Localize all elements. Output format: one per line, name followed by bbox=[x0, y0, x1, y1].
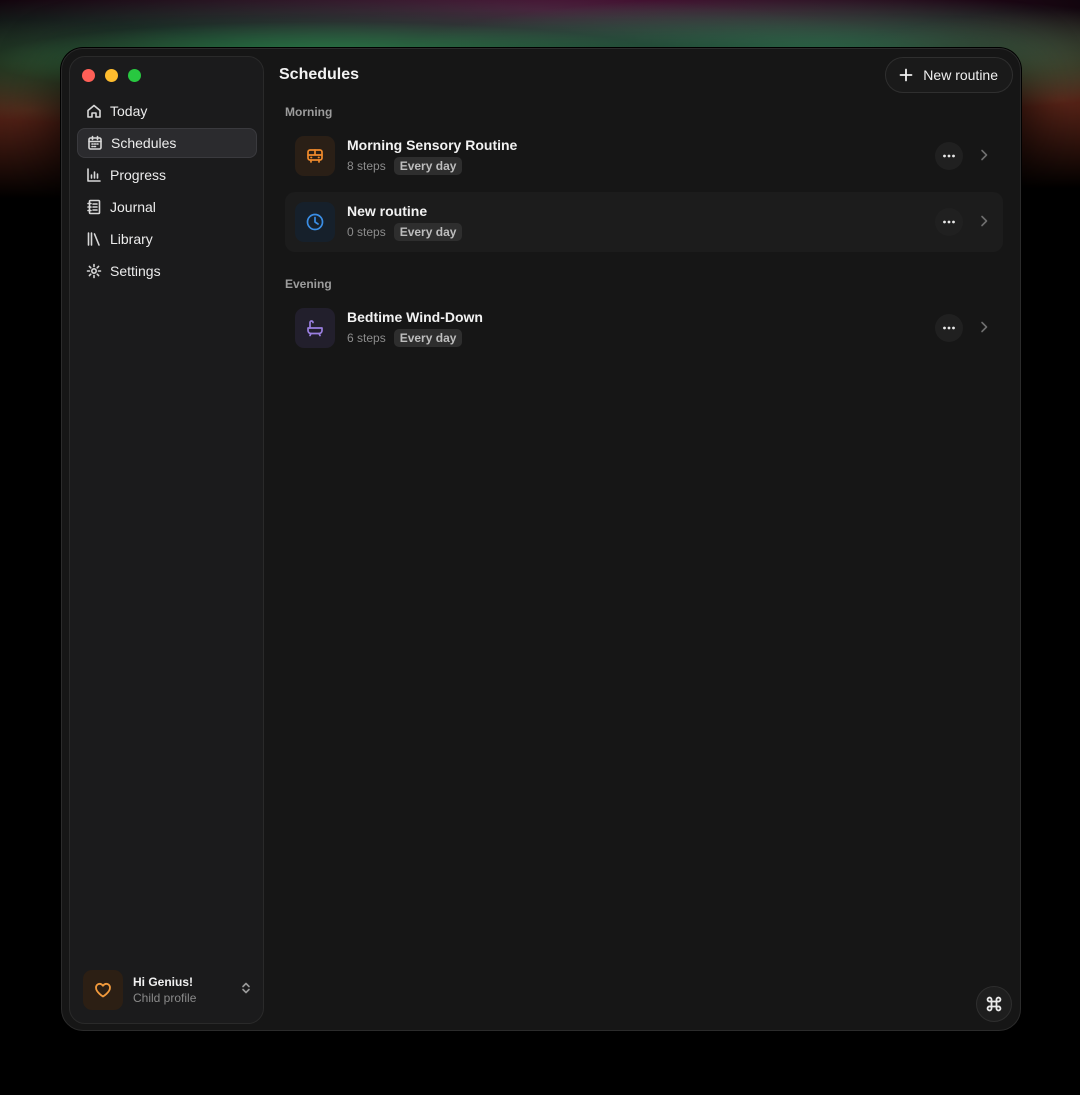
sidebar-item-label: Progress bbox=[110, 167, 167, 183]
section-label-morning: Morning bbox=[285, 105, 333, 119]
chevron-right-icon[interactable] bbox=[977, 320, 991, 339]
gear-icon bbox=[86, 263, 102, 279]
sidebar-item-today[interactable]: Today bbox=[77, 96, 257, 126]
frequency-badge: Every day bbox=[393, 157, 463, 175]
routine-meta: 6 steps Every day bbox=[347, 329, 463, 347]
close-window-button[interactable] bbox=[82, 69, 95, 82]
routine-title: New routine bbox=[347, 203, 428, 219]
chevron-right-icon[interactable] bbox=[977, 214, 991, 233]
routine-row[interactable]: Bedtime Wind-Down 6 steps Every day bbox=[285, 298, 1003, 358]
routine-steps: 8 steps bbox=[347, 159, 386, 173]
profile-name: Hi Genius! bbox=[133, 975, 194, 989]
command-key-button[interactable] bbox=[976, 986, 1012, 1022]
sidebar-item-label: Settings bbox=[110, 263, 161, 279]
profile-switcher[interactable]: Hi Genius! Child profile bbox=[83, 970, 253, 1010]
calendar-icon bbox=[88, 135, 102, 150]
ellipsis-icon bbox=[943, 220, 955, 224]
more-options-button[interactable] bbox=[935, 208, 963, 236]
profile-subtitle: Child profile bbox=[133, 991, 197, 1005]
app-window: Today Schedules Progress Journal Library… bbox=[61, 48, 1021, 1031]
more-options-button[interactable] bbox=[935, 314, 963, 342]
sidebar-item-library[interactable]: Library bbox=[77, 224, 257, 254]
notebook-icon bbox=[87, 199, 101, 215]
avatar bbox=[83, 970, 123, 1010]
sidebar-item-label: Schedules bbox=[111, 135, 177, 151]
plus-icon bbox=[899, 68, 913, 82]
routine-steps: 0 steps bbox=[347, 225, 386, 239]
sidebar-item-label: Library bbox=[110, 231, 153, 247]
home-icon bbox=[87, 104, 101, 118]
clock-icon bbox=[306, 213, 324, 231]
routine-steps: 6 steps bbox=[347, 331, 386, 345]
routine-title: Bedtime Wind-Down bbox=[347, 309, 483, 325]
command-icon bbox=[986, 996, 1002, 1012]
frequency-badge: Every day bbox=[393, 223, 463, 241]
sidebar-item-journal[interactable]: Journal bbox=[77, 192, 257, 222]
sidebar-item-schedules[interactable]: Schedules bbox=[77, 128, 257, 158]
zoom-window-button[interactable] bbox=[128, 69, 141, 82]
new-routine-button[interactable]: New routine bbox=[885, 57, 1013, 93]
routine-icon-tile bbox=[295, 308, 335, 348]
routine-title: Morning Sensory Routine bbox=[347, 137, 518, 153]
routine-meta: 8 steps Every day bbox=[347, 157, 463, 175]
frequency-badge: Every day bbox=[393, 329, 463, 347]
sidebar-item-label: Journal bbox=[110, 199, 156, 215]
ellipsis-icon bbox=[943, 154, 955, 158]
more-options-button[interactable] bbox=[935, 142, 963, 170]
bathtub-icon bbox=[307, 320, 323, 337]
heart-icon bbox=[95, 982, 111, 998]
bar-chart-icon bbox=[87, 168, 101, 182]
sidebar: Today Schedules Progress Journal Library… bbox=[69, 56, 264, 1024]
sidebar-item-settings[interactable]: Settings bbox=[77, 256, 257, 286]
routine-meta: 0 steps Every day bbox=[347, 223, 463, 241]
routine-row[interactable]: New routine 0 steps Every day bbox=[285, 192, 1003, 252]
chevron-up-down-icon bbox=[239, 981, 253, 1000]
minimize-window-button[interactable] bbox=[105, 69, 118, 82]
bus-icon bbox=[307, 149, 323, 163]
main-content: Schedules New routine Morning Morning Se… bbox=[272, 49, 1020, 1030]
window-controls bbox=[82, 69, 141, 82]
routine-icon-tile bbox=[295, 202, 335, 242]
routine-row[interactable]: Morning Sensory Routine 8 steps Every da… bbox=[285, 126, 1003, 186]
section-label-evening: Evening bbox=[285, 277, 332, 291]
library-icon bbox=[87, 232, 100, 246]
page-title: Schedules bbox=[279, 66, 360, 83]
sidebar-item-progress[interactable]: Progress bbox=[77, 160, 257, 190]
sidebar-item-label: Today bbox=[110, 103, 148, 119]
routine-icon-tile bbox=[295, 136, 335, 176]
sidebar-nav: Today Schedules Progress Journal Library… bbox=[77, 96, 257, 288]
chevron-right-icon[interactable] bbox=[977, 148, 991, 167]
profile-text: Hi Genius! Child profile bbox=[133, 975, 239, 1005]
ellipsis-icon bbox=[943, 326, 955, 330]
new-routine-label: New routine bbox=[923, 67, 998, 83]
